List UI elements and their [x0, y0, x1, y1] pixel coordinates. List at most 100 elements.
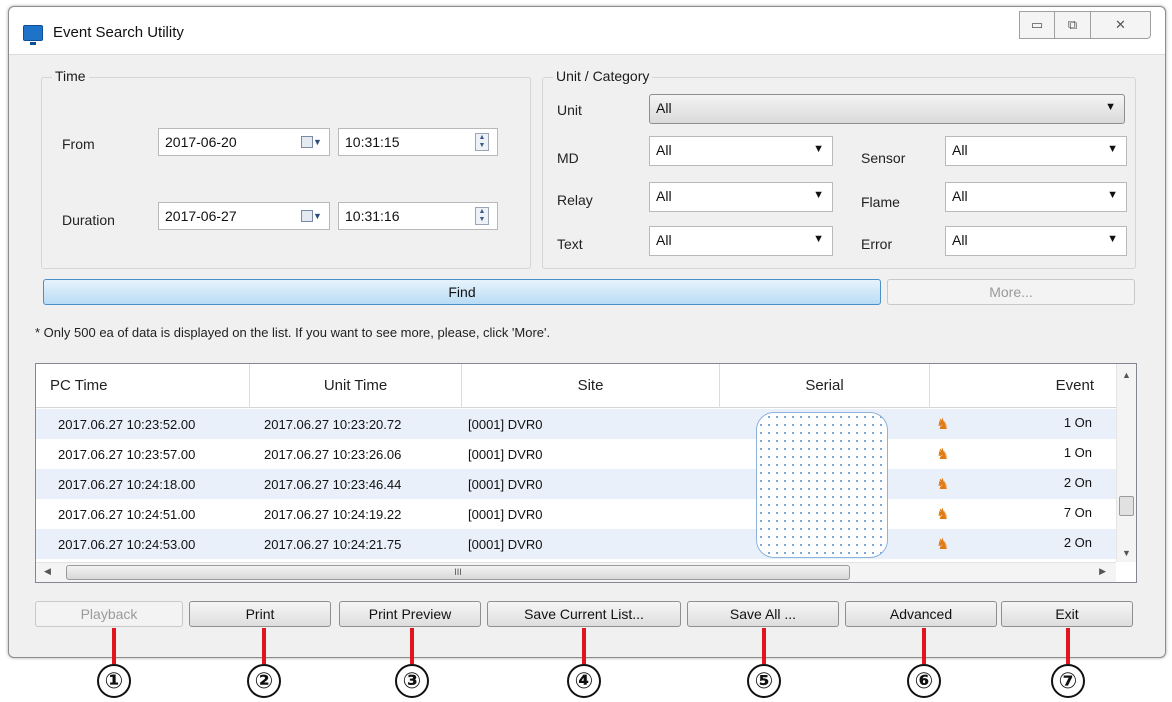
calendar-dropdown-icon[interactable]: ▼ [301, 208, 325, 224]
minimize-button[interactable]: ▭ [1019, 11, 1055, 39]
table-row[interactable]: 2017.06.27 10:24:18.00 2017.06.27 10:23:… [36, 469, 1116, 499]
calendar-dropdown-icon[interactable]: ▼ [301, 134, 325, 150]
sensor-value: All [952, 142, 968, 158]
pc-time-cell: 2017.06.27 10:24:51.00 [58, 506, 196, 522]
callout-line-5 [762, 628, 766, 664]
chevron-down-icon: ▼ [1107, 233, 1118, 245]
person-alarm-icon: ♞ [936, 446, 950, 463]
relay-value: All [656, 188, 672, 204]
table-row[interactable]: 2017.06.27 10:24:53.00 2017.06.27 10:24:… [36, 529, 1116, 559]
callout-number-3: ③ [395, 664, 429, 698]
table-row[interactable]: 2017.06.27 10:24:51.00 2017.06.27 10:24:… [36, 499, 1116, 529]
callout-line-6 [922, 628, 926, 664]
site-cell: [0001] DVR0 [468, 536, 543, 552]
chevron-down-icon: ▼ [813, 143, 824, 155]
error-dropdown[interactable]: All ▼ [945, 226, 1127, 256]
event-list[interactable]: PC Time Unit Time Site Serial Event 2017… [35, 363, 1137, 583]
md-value: All [656, 142, 672, 158]
duration-date-value: 2017-06-27 [165, 208, 237, 224]
event-value: 1 On [1063, 445, 1092, 460]
scroll-right-icon[interactable]: ▶ [1099, 566, 1106, 577]
from-time-spinner[interactable]: 10:31:15 ▲ ▼ [338, 128, 498, 156]
unit-time-cell: 2017.06.27 10:24:19.22 [264, 506, 402, 522]
sensor-dropdown[interactable]: All ▼ [945, 136, 1127, 166]
table-row[interactable]: 2017.06.27 10:23:57.00 2017.06.27 10:23:… [36, 439, 1116, 469]
playback-button[interactable]: Playback [35, 601, 183, 627]
event-cell: ♞ 2 On [930, 535, 1116, 553]
site-cell: [0001] DVR0 [468, 416, 543, 432]
monitor-icon [23, 25, 43, 45]
horizontal-scrollbar[interactable]: ◀ III ▶ [36, 562, 1116, 582]
save-current-list-button[interactable]: Save Current List... [487, 601, 681, 627]
event-cell: ♞ 2 On [930, 475, 1116, 493]
error-value: All [952, 232, 968, 248]
vertical-scroll-thumb[interactable] [1119, 496, 1134, 516]
pc-time-cell: 2017.06.27 10:23:57.00 [58, 446, 196, 462]
person-alarm-icon: ♞ [936, 536, 950, 553]
event-value: 2 On [1063, 475, 1092, 490]
unit-category-legend: Unit / Category [553, 68, 653, 84]
print-button[interactable]: Print [189, 601, 331, 627]
serial-redaction-mask [756, 412, 888, 558]
time-group: Time From 2017-06-20 ▼ 10:31:15 ▲ ▼ Durat… [41, 68, 531, 269]
print-preview-button[interactable]: Print Preview [339, 601, 481, 627]
find-button[interactable]: Find [43, 279, 881, 305]
sensor-label: Sensor [861, 150, 906, 166]
exit-button[interactable]: Exit [1001, 601, 1133, 627]
person-alarm-icon: ♞ [936, 416, 950, 433]
text-dropdown[interactable]: All ▼ [649, 226, 833, 256]
column-header-unit-time[interactable]: Unit Time [250, 364, 462, 408]
callout-number-6: ⑥ [907, 664, 941, 698]
pc-time-cell: 2017.06.27 10:24:18.00 [58, 476, 196, 492]
scroll-left-icon[interactable]: ◀ [44, 566, 51, 577]
unit-category-group: Unit / Category Unit All ▼ MD All ▼ Sens… [542, 68, 1136, 269]
horizontal-scroll-thumb[interactable]: III [66, 565, 850, 580]
table-row[interactable]: 2017.06.27 10:23:52.00 2017.06.27 10:23:… [36, 409, 1116, 439]
from-date-value: 2017-06-20 [165, 134, 237, 150]
advanced-button[interactable]: Advanced [845, 601, 997, 627]
unit-time-cell: 2017.06.27 10:24:21.75 [264, 536, 402, 552]
callout-line-2 [262, 628, 266, 664]
md-dropdown[interactable]: All ▼ [649, 136, 833, 166]
flame-dropdown[interactable]: All ▼ [945, 182, 1127, 212]
vertical-scrollbar[interactable]: ▲ ▼ [1116, 364, 1136, 562]
spin-updown-icon[interactable]: ▲ ▼ [475, 207, 489, 225]
scroll-up-icon[interactable]: ▲ [1122, 370, 1131, 380]
duration-date-picker[interactable]: 2017-06-27 ▼ [158, 202, 330, 230]
relay-dropdown[interactable]: All ▼ [649, 182, 833, 212]
event-value: 7 On [1063, 505, 1092, 520]
event-search-window: Event Search Utility ▭ ⧉ ✕ Time From 201… [8, 6, 1166, 658]
spin-updown-icon[interactable]: ▲ ▼ [475, 133, 489, 151]
more-button[interactable]: More... [887, 279, 1135, 305]
unit-dropdown[interactable]: All ▼ [649, 94, 1125, 124]
chevron-down-icon: ▼ [1105, 101, 1116, 113]
list-limit-note: * Only 500 ea of data is displayed on th… [35, 325, 551, 340]
relay-label: Relay [557, 192, 593, 208]
from-date-picker[interactable]: 2017-06-20 ▼ [158, 128, 330, 156]
list-body: 2017.06.27 10:23:52.00 2017.06.27 10:23:… [36, 409, 1116, 559]
column-header-serial[interactable]: Serial [720, 364, 930, 408]
callout-line-7 [1066, 628, 1070, 664]
save-all-button[interactable]: Save All ... [687, 601, 839, 627]
close-button[interactable]: ✕ [1091, 11, 1151, 39]
maximize-button[interactable]: ⧉ [1055, 11, 1091, 39]
error-label: Error [861, 236, 893, 252]
scroll-down-icon[interactable]: ▼ [1122, 548, 1131, 558]
window-controls: ▭ ⧉ ✕ [1019, 11, 1151, 39]
callout-number-5: ⑤ [747, 664, 781, 698]
callout-number-2: ② [247, 664, 281, 698]
duration-time-spinner[interactable]: 10:31:16 ▲ ▼ [338, 202, 498, 230]
event-cell: ♞ 7 On [930, 505, 1116, 523]
event-value: 1 On [1063, 415, 1092, 430]
column-header-event[interactable]: Event [930, 364, 1116, 408]
title-bar: Event Search Utility ▭ ⧉ ✕ [9, 7, 1165, 55]
chevron-down-icon: ▼ [1107, 189, 1118, 201]
column-header-site[interactable]: Site [462, 364, 720, 408]
time-group-legend: Time [52, 68, 89, 84]
column-header-pc-time[interactable]: PC Time [36, 364, 250, 408]
list-header: PC Time Unit Time Site Serial Event [36, 364, 1116, 408]
callout-line-1 [112, 628, 116, 664]
flame-label: Flame [861, 194, 900, 210]
callout-number-1: ① [97, 664, 131, 698]
duration-label: Duration [62, 212, 115, 228]
